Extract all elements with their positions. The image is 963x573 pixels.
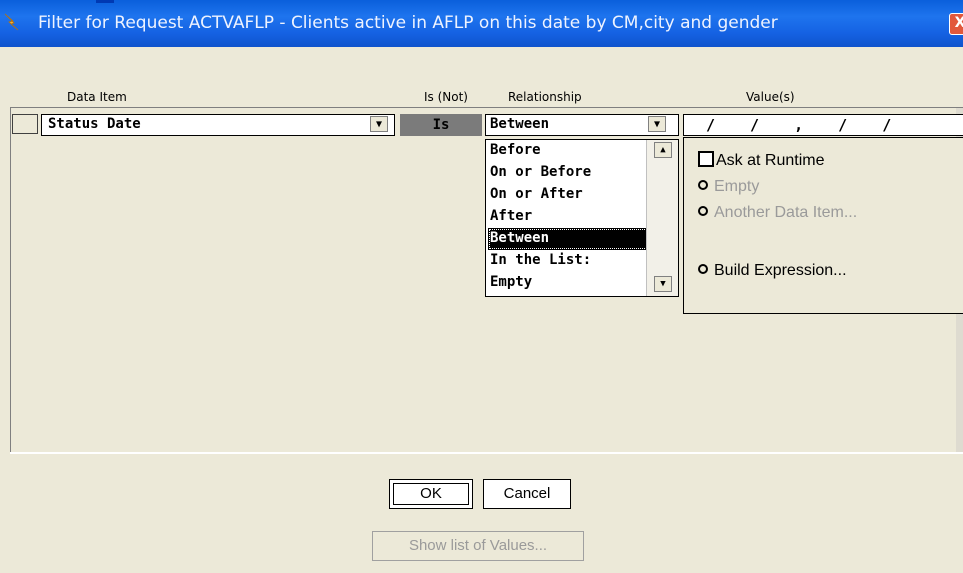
ask-at-runtime-checkbox[interactable]: Ask at Runtime <box>698 151 824 170</box>
relationship-option-after[interactable]: After <box>488 206 648 228</box>
relationship-listbox[interactable]: Before On or Before On or After After Be… <box>485 139 679 297</box>
header-relationship: Relationship <box>508 90 582 104</box>
radio-icon[interactable] <box>698 264 708 274</box>
is-not-toggle[interactable]: Is <box>400 114 482 136</box>
radio-icon[interactable] <box>698 180 708 190</box>
relationship-combo[interactable]: Between ▼ <box>485 114 679 136</box>
listbox-scrollbar[interactable]: ▲ ▼ <box>646 140 678 296</box>
empty-radio[interactable]: Empty <box>698 178 759 196</box>
arrow-up-icon[interactable]: ▲ <box>654 142 672 158</box>
ask-at-runtime-label: Ask at Runtime <box>716 152 825 169</box>
value-text: / / , / / <box>706 116 905 134</box>
checkbox-icon[interactable] <box>698 151 714 167</box>
relationship-option-on-or-after[interactable]: On or After <box>488 184 648 206</box>
value-input[interactable]: / / , / / <box>683 114 963 136</box>
build-expression-label: Build Expression... <box>714 262 847 279</box>
window-title: Filter for Request ACTVAFLP - Clients ac… <box>38 13 778 33</box>
ok-button[interactable]: OK <box>389 479 473 509</box>
close-button[interactable]: X <box>949 13 963 35</box>
data-item-combo[interactable]: Status Date ▼ <box>41 114 395 136</box>
relationship-option-before[interactable]: Before <box>488 140 648 162</box>
radio-icon[interactable] <box>698 206 708 216</box>
relationship-value: Between <box>490 116 550 132</box>
empty-label: Empty <box>714 178 760 195</box>
build-expression-radio[interactable]: Build Expression... <box>698 262 847 280</box>
grid-bottom-edge <box>10 452 963 454</box>
value-options-panel: Ask at Runtime Empty Another Data Item..… <box>683 137 963 314</box>
header-is-not: Is (Not) <box>424 90 468 104</box>
relationship-option-empty[interactable]: Empty <box>488 272 648 294</box>
lightning-icon <box>4 13 19 31</box>
chevron-down-icon[interactable]: ▼ <box>370 116 388 132</box>
chevron-down-icon[interactable]: ▼ <box>648 116 666 132</box>
header-data-item: Data Item <box>67 90 127 104</box>
another-data-item-label: Another Data Item... <box>714 204 858 221</box>
another-data-item-radio[interactable]: Another Data Item... <box>698 204 857 222</box>
cancel-button[interactable]: Cancel <box>483 479 571 509</box>
header-values: Value(s) <box>746 90 795 104</box>
title-accent <box>96 0 114 3</box>
title-bar: Filter for Request ACTVAFLP - Clients ac… <box>0 0 963 47</box>
relationship-option-in-the-list[interactable]: In the List: <box>488 250 648 272</box>
show-list-of-values-button[interactable]: Show list of Values... <box>372 531 584 561</box>
data-item-value: Status Date <box>48 116 141 132</box>
relationship-option-on-or-before[interactable]: On or Before <box>488 162 648 184</box>
relationship-option-between[interactable]: Between <box>488 228 648 250</box>
arrow-down-icon[interactable]: ▼ <box>654 276 672 292</box>
row-selector[interactable] <box>12 114 38 134</box>
